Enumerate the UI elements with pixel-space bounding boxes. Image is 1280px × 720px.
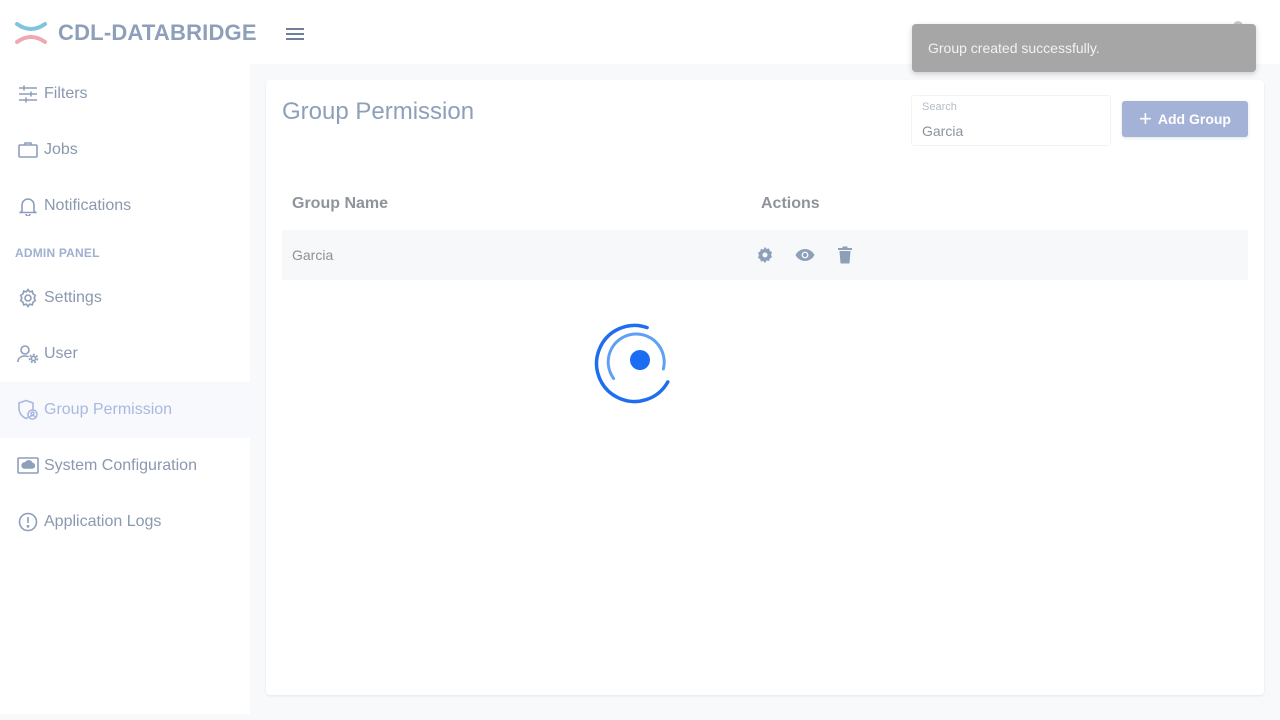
- table-header: Group Name Actions: [282, 180, 1248, 226]
- brand[interactable]: CDL-DATABRIDGE: [14, 18, 257, 48]
- add-group-label: Add Group: [1157, 111, 1231, 127]
- sidebar-item-system-configuration[interactable]: System Configuration: [0, 438, 250, 494]
- sidebar-item-label: User: [44, 345, 78, 362]
- add-group-button[interactable]: + Add Group: [1122, 101, 1248, 137]
- row-actions: [755, 245, 875, 265]
- page-title: Group Permission: [282, 98, 475, 125]
- toast-notification: Group created successfully.: [912, 24, 1256, 72]
- sidebar-item-settings[interactable]: Settings: [0, 270, 250, 326]
- sidebar-item-label: Application Logs: [44, 513, 162, 530]
- app-name: CDL-DATABRIDGE: [58, 20, 257, 45]
- group-name-cell: Garcia: [292, 247, 334, 263]
- plus-icon: +: [1139, 106, 1152, 131]
- search-input[interactable]: [922, 121, 1102, 141]
- column-header-actions: Actions: [761, 195, 820, 212]
- bell-icon: [17, 195, 39, 217]
- alert-circle-icon: [17, 511, 39, 533]
- eye-icon[interactable]: [795, 245, 815, 265]
- search-field[interactable]: Search: [911, 95, 1111, 146]
- column-header-group-name: Group Name: [292, 195, 389, 212]
- briefcase-icon: [17, 139, 39, 161]
- group-permission-panel: Group Permission Search + Add Group Grou…: [266, 80, 1264, 695]
- sidebar-item-jobs[interactable]: Jobs: [0, 122, 250, 178]
- sidebar: Filters Jobs Notifications ADMIN PANEL S…: [0, 64, 250, 714]
- sidebar-item-application-logs[interactable]: Application Logs: [0, 494, 250, 550]
- table-row: Garcia: [282, 230, 1248, 280]
- hamburger-menu-button[interactable]: [282, 22, 308, 46]
- sidebar-item-group-permission[interactable]: Group Permission: [0, 382, 250, 438]
- sidebar-item-label: Jobs: [44, 141, 78, 158]
- toast-message: Group created successfully.: [928, 40, 1100, 56]
- loading-spinner: [594, 322, 678, 406]
- settings-icon[interactable]: [755, 245, 775, 265]
- sidebar-item-user[interactable]: User: [0, 326, 250, 382]
- shield-icon: [17, 399, 39, 421]
- sidebar-item-label: Notifications: [44, 197, 132, 214]
- sidebar-item-notifications[interactable]: Notifications: [0, 178, 250, 234]
- sidebar-item-label: Filters: [44, 85, 88, 102]
- sidebar-item-label: System Configuration: [44, 457, 197, 474]
- search-label: Search: [922, 101, 957, 113]
- user-gear-icon: [17, 343, 39, 365]
- gear-icon: [17, 287, 39, 309]
- cloud-screen-icon: [17, 455, 39, 477]
- trash-icon[interactable]: [835, 245, 855, 265]
- sidebar-item-filters[interactable]: Filters: [0, 66, 250, 122]
- sidebar-item-label: Settings: [44, 289, 102, 306]
- tune-icon: [17, 83, 39, 105]
- logo-icon: [15, 22, 47, 44]
- admin-panel-heading: ADMIN PANEL: [15, 246, 100, 260]
- sidebar-item-label: Group Permission: [44, 401, 173, 418]
- menu-icon: [286, 28, 304, 40]
